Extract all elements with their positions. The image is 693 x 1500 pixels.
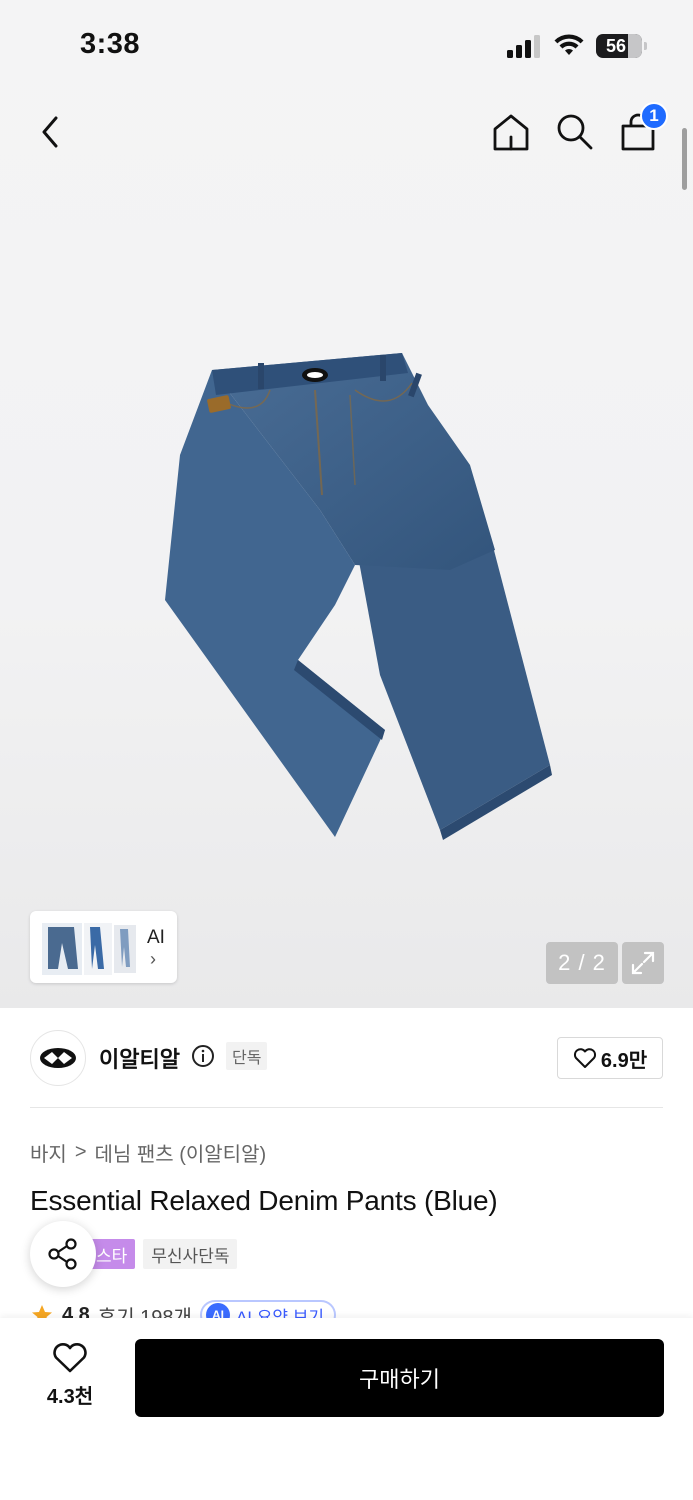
cart-button[interactable]: 1: [614, 102, 668, 156]
brand-like-button[interactable]: 6.9만: [557, 1037, 663, 1079]
image-page-counter: 2 / 2: [546, 942, 618, 984]
thumbnail-images: [42, 923, 136, 975]
breadcrumb-separator: >: [74, 1141, 87, 1163]
chevron-left-icon: [42, 116, 58, 148]
tag-musinsa-exclusive: 무신사단독: [143, 1239, 238, 1269]
status-bar: 3:38 56: [0, 0, 693, 90]
exclusive-tag: 단독: [226, 1042, 268, 1070]
wifi-icon: [554, 34, 584, 55]
similar-items-ai-card[interactable]: AI ›: [30, 911, 177, 983]
expand-icon: [631, 951, 655, 975]
ai-label: AI: [147, 927, 165, 948]
divider: [30, 1107, 663, 1108]
brand-like-count: 6.9만: [600, 1049, 648, 1072]
breadcrumb: 바지 > 데님 팬츠 (이알티알): [30, 1138, 266, 1167]
product-like-button[interactable]: 4.3천: [30, 1342, 110, 1412]
heart-icon: [53, 1343, 87, 1373]
cellular-signal-icon: [507, 35, 540, 58]
home-button[interactable]: [487, 108, 535, 156]
product-image-area[interactable]: 3:38 56 1 AI › 2 / 2: [0, 0, 693, 1008]
brand-logo-icon: [40, 1048, 76, 1068]
chevron-right-icon: ›: [150, 949, 156, 969]
share-button[interactable]: [30, 1221, 96, 1287]
back-button[interactable]: [26, 108, 74, 156]
breadcrumb-item[interactable]: 데님 팬츠 (이알티알): [95, 1138, 267, 1167]
buy-button[interactable]: 구매하기: [135, 1339, 664, 1417]
search-icon: [557, 114, 593, 150]
product-title: Essential Relaxed Denim Pants (Blue): [30, 1185, 498, 1216]
brand-name[interactable]: 이알티알: [99, 1042, 180, 1074]
battery-icon: 56: [596, 34, 647, 58]
product-like-count: 4.3천: [46, 1386, 94, 1408]
info-icon[interactable]: [191, 1044, 215, 1068]
product-photo-denim-pants: [165, 353, 552, 840]
breadcrumb-item[interactable]: 바지: [30, 1138, 67, 1167]
bottom-purchase-bar: 4.3천 구매하기: [0, 1318, 693, 1500]
search-button[interactable]: [551, 108, 599, 156]
expand-image-button[interactable]: [622, 942, 664, 984]
brand-row: 이알티알 단독 6.9만: [0, 1008, 693, 1108]
home-icon: [493, 114, 529, 151]
status-time: 3:38: [80, 28, 141, 60]
cart-count-badge: 1: [640, 102, 668, 130]
battery-level: 56: [605, 36, 627, 56]
brand-logo[interactable]: [30, 1030, 86, 1086]
share-icon: [48, 1238, 77, 1270]
top-navigation: 1: [0, 100, 693, 164]
scrollbar[interactable]: [682, 128, 687, 190]
heart-icon: [573, 1048, 596, 1068]
